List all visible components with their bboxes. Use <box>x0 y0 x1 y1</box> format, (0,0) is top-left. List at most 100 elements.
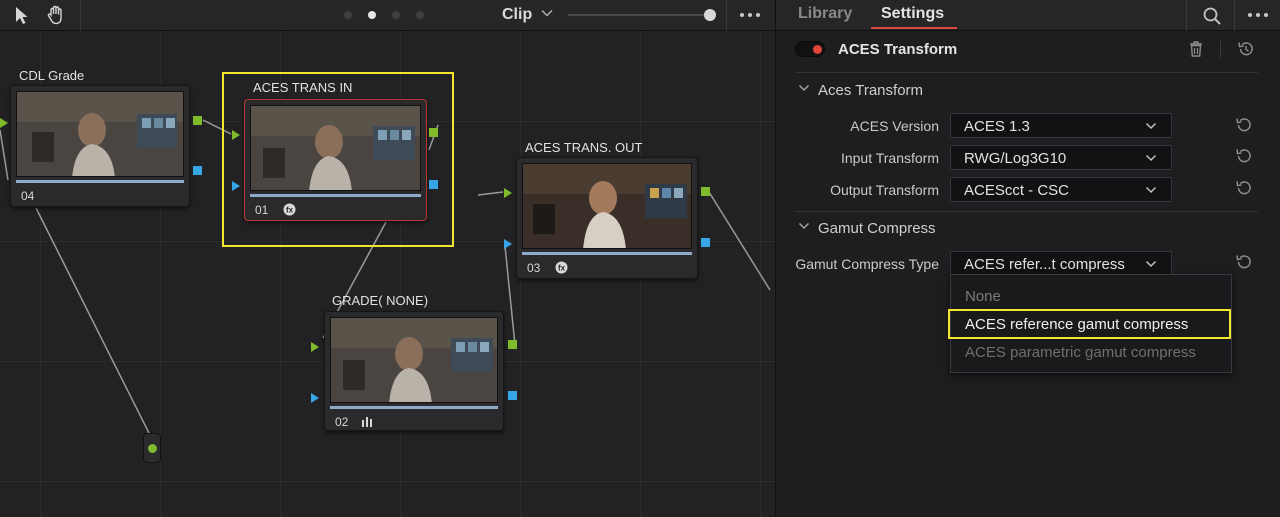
node-04-status-bar <box>16 180 184 183</box>
menu-item-aces-parametric[interactable]: ACES parametric gamut compress <box>965 344 1196 361</box>
node-02-key-input-port[interactable] <box>311 393 319 403</box>
more-options-icon[interactable] <box>740 13 760 17</box>
clip-thumbnail-image <box>523 164 691 248</box>
node-editor-toolbar: Clip <box>0 0 775 31</box>
section-gamut-compress[interactable]: Gamut Compress <box>798 220 936 237</box>
node-01-number: 01 <box>255 203 269 217</box>
more-options-icon[interactable] <box>1248 13 1268 17</box>
chevron-down-icon <box>1145 122 1157 130</box>
node-04[interactable]: 04 <box>10 85 190 207</box>
node-01-status-bar <box>250 194 421 197</box>
page-dot-1[interactable] <box>344 11 352 19</box>
input-transform-label: Input Transform <box>840 150 939 166</box>
reset-icon[interactable] <box>1234 146 1254 166</box>
connection-pin[interactable] <box>143 433 161 463</box>
node-03[interactable]: 03 fx <box>516 157 698 279</box>
page-dot-4[interactable] <box>416 11 424 19</box>
effect-header: ACES Transform <box>776 31 1280 71</box>
zoom-slider-track[interactable] <box>568 14 708 16</box>
node-editor[interactable]: CDL Grade 04 ACES TRANS IN 01 fx ACES TR… <box>0 0 775 517</box>
output-transform-dropdown[interactable]: ACEScct - CSC <box>950 177 1172 202</box>
hand-icon[interactable] <box>45 4 67 26</box>
header-divider <box>1220 41 1221 59</box>
section-title: Aces Transform <box>818 82 924 99</box>
reset-icon[interactable] <box>1234 115 1254 135</box>
node-02-key-output-port[interactable] <box>508 391 517 400</box>
output-transform-value: ACEScct - CSC <box>964 182 1070 199</box>
input-transform-dropdown[interactable]: RWG/Log3G10 <box>950 145 1172 170</box>
node-03-thumbnail <box>522 163 692 249</box>
node-01-output-port[interactable] <box>429 128 438 137</box>
reset-icon[interactable] <box>1234 252 1254 272</box>
page-dot-2[interactable] <box>368 11 376 19</box>
tab-bar-divider <box>1234 0 1235 31</box>
section-aces-transform[interactable]: Aces Transform <box>798 82 923 99</box>
gamut-compress-type-value: ACES refer...t compress <box>964 256 1125 273</box>
gamut-compress-menu: None ACES reference gamut compress ACES … <box>948 274 1232 373</box>
aces-version-label: ACES Version <box>850 118 939 134</box>
node-04-output-port[interactable] <box>193 116 202 125</box>
inspector-panel: Library Settings ACES Transform Aces Tra… <box>775 0 1280 517</box>
output-transform-label: Output Transform <box>830 182 939 198</box>
node-02-title: GRADE( NONE) <box>332 293 429 308</box>
toolbar-divider <box>726 0 727 31</box>
node-04-number: 04 <box>21 189 35 203</box>
node-02-thumbnail <box>330 317 498 403</box>
node-03-number: 03 <box>527 261 541 275</box>
node-04-thumbnail <box>16 91 184 177</box>
chevron-down-icon <box>798 222 810 230</box>
node-04-input-port[interactable] <box>0 118 8 128</box>
effect-enable-toggle[interactable] <box>795 41 825 57</box>
node-02-input-port[interactable] <box>311 342 319 352</box>
pointer-icon[interactable] <box>10 4 32 26</box>
page-dot-3[interactable] <box>392 11 400 19</box>
menu-item-aces-reference[interactable]: ACES reference gamut compress <box>965 316 1188 333</box>
tab-settings[interactable]: Settings <box>881 5 944 23</box>
menu-item-none[interactable]: None <box>965 288 1001 305</box>
connection-03-out <box>708 191 771 291</box>
section-title: Gamut Compress <box>818 220 936 237</box>
node-02-output-port[interactable] <box>508 340 517 349</box>
node-03-output-port[interactable] <box>701 187 710 196</box>
node-03-status-bar <box>522 252 692 255</box>
chevron-down-icon <box>1145 186 1157 194</box>
chevron-down-icon <box>1145 154 1157 162</box>
node-02-status-bar <box>330 406 498 409</box>
clip-thumbnail-image <box>17 92 183 176</box>
chevron-down-icon <box>798 84 810 92</box>
trash-icon[interactable] <box>1188 40 1204 58</box>
node-01-thumbnail <box>250 105 421 191</box>
search-icon[interactable] <box>1201 5 1223 27</box>
toolbar-divider <box>80 0 81 31</box>
node-04-title: CDL Grade <box>19 68 85 83</box>
svg-text:fx: fx <box>286 206 294 215</box>
gamut-compress-type-dropdown[interactable]: ACES refer...t compress <box>950 251 1172 276</box>
clip-thumbnail-image <box>251 106 420 190</box>
active-tab-indicator <box>871 27 957 29</box>
node-04-key-output-port[interactable] <box>193 166 202 175</box>
chevron-down-icon <box>1145 260 1157 268</box>
section-divider <box>796 72 1258 73</box>
node-01-key-input-port[interactable] <box>232 181 240 191</box>
node-01-key-output-port[interactable] <box>429 180 438 189</box>
node-03-title: ACES TRANS. OUT <box>525 140 643 155</box>
tab-library[interactable]: Library <box>798 5 852 23</box>
node-03-input-port[interactable] <box>504 188 512 198</box>
aces-version-value: ACES 1.3 <box>964 118 1030 135</box>
chevron-down-icon[interactable] <box>540 6 554 20</box>
reset-icon[interactable] <box>1236 39 1256 59</box>
node-01-input-port[interactable] <box>232 130 240 140</box>
zoom-slider-handle[interactable] <box>704 9 716 21</box>
effect-title: ACES Transform <box>838 41 958 58</box>
aces-version-dropdown[interactable]: ACES 1.3 <box>950 113 1172 138</box>
clip-mode-label[interactable]: Clip <box>502 6 532 24</box>
tab-bar-divider <box>1186 0 1187 31</box>
node-01[interactable]: 01 fx <box>244 99 427 221</box>
effect-fx-icon: fx <box>555 261 568 274</box>
connection-left-edge <box>0 129 9 181</box>
reset-icon[interactable] <box>1234 178 1254 198</box>
section-divider <box>796 211 1258 212</box>
node-02[interactable]: 02 <box>324 311 504 431</box>
node-03-key-output-port[interactable] <box>701 238 710 247</box>
node-03-key-input-port[interactable] <box>504 239 512 249</box>
